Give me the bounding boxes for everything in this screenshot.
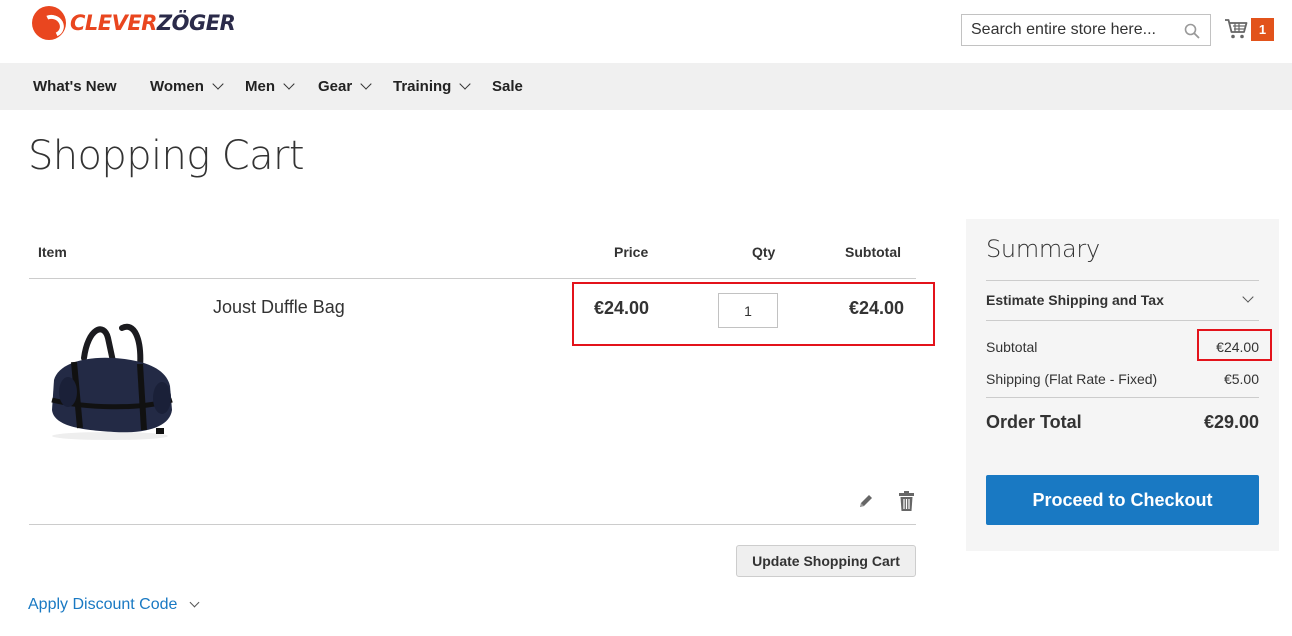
chevron-down-icon[interactable]: [1242, 291, 1254, 303]
column-header-price: Price: [614, 244, 649, 260]
trash-icon[interactable]: [898, 491, 915, 511]
chevron-down-icon: [283, 78, 295, 90]
estimate-shipping-toggle[interactable]: Estimate Shipping and Tax: [986, 292, 1164, 308]
shipping-value: €5.00: [1223, 371, 1259, 387]
logo-text-accent: CLEVER: [70, 11, 157, 35]
order-total-label: Order Total: [986, 412, 1082, 432]
summary-divider: [986, 280, 1259, 281]
summary-title: Summary: [986, 235, 1100, 263]
nav-item-men[interactable]: Men: [245, 63, 295, 110]
search-input[interactable]: [971, 21, 1176, 39]
product-name-link[interactable]: Joust Duffle Bag: [213, 297, 345, 318]
column-header-item: Item: [38, 244, 67, 260]
chevron-down-icon: [212, 78, 224, 90]
search-icon[interactable]: [1184, 23, 1200, 39]
table-divider: [29, 524, 916, 525]
summary-divider: [986, 320, 1259, 321]
order-total-value: €29.00: [1203, 412, 1259, 432]
product-image[interactable]: [44, 318, 176, 442]
nav-item-gear[interactable]: Gear: [318, 63, 372, 110]
search-box: [961, 14, 1211, 46]
logo-mark-icon: [32, 6, 66, 40]
nav-item-training[interactable]: Training: [393, 63, 472, 110]
chevron-down-icon: [189, 597, 200, 608]
chevron-down-icon: [360, 78, 372, 90]
apply-discount-toggle[interactable]: Apply Discount Code: [28, 596, 200, 614]
column-header-qty: Qty: [752, 244, 776, 260]
logo-text-dark: ZÖGER: [156, 11, 236, 35]
summary-divider: [986, 397, 1259, 398]
order-summary-panel: Summary Estimate Shipping and Tax Subtot…: [966, 219, 1279, 551]
store-logo[interactable]: CLEVERZÖGER: [32, 6, 236, 40]
update-cart-button[interactable]: Update Shopping Cart: [736, 545, 916, 577]
main-navigation: What's New Women Men Gear Training Sale: [0, 63, 1292, 110]
chevron-down-icon: [459, 78, 472, 90]
table-divider: [29, 278, 916, 279]
subtotal-label: Subtotal: [986, 339, 1038, 355]
nav-item-sale[interactable]: Sale: [492, 63, 523, 110]
shipping-label: Shipping (Flat Rate - Fixed): [986, 371, 1158, 387]
page-title: Shopping Cart: [28, 133, 305, 179]
proceed-to-checkout-button[interactable]: Proceed to Checkout: [986, 475, 1259, 525]
shopping-cart-icon[interactable]: [1224, 18, 1248, 40]
edit-pencil-icon[interactable]: [857, 492, 875, 510]
nav-item-women[interactable]: Women: [150, 63, 224, 110]
nav-item-whats-new[interactable]: What's New: [33, 63, 117, 110]
cart-count-badge[interactable]: 1: [1251, 18, 1274, 41]
column-header-subtotal: Subtotal: [845, 244, 901, 260]
highlight-box: [1197, 329, 1272, 361]
highlight-box: [572, 282, 935, 346]
site-header: CLEVERZÖGER 1: [0, 0, 1292, 63]
